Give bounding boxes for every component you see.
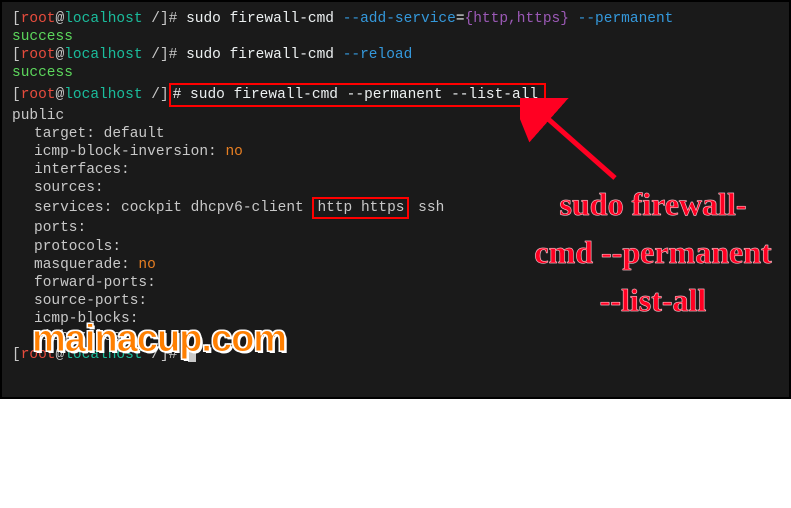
cmd1-perm: --permanent [569, 11, 673, 27]
output-sources: sources: [12, 179, 779, 197]
output-icmpblocks: icmp-blocks: [12, 310, 779, 328]
prompt-host: localhost [64, 87, 142, 103]
prompt-close: ] [160, 87, 169, 103]
cmd2-reload: --reload [343, 47, 413, 63]
prompt-path: / [143, 47, 160, 63]
command-line-3: [root@localhost /]# sudo firewall-cmd --… [12, 83, 779, 107]
output-services: services: cockpit dhcpv6-client http htt… [12, 197, 779, 219]
output-icmp-value: no [225, 144, 242, 160]
prompt-host: localhost [64, 47, 142, 63]
prompt-suffix: ]# [160, 47, 186, 63]
prompt-bracket-open: [ [12, 87, 21, 103]
cmd1-sudo: sudo [186, 11, 230, 27]
command-line-prompt[interactable]: [root@localhost /]# [12, 346, 779, 364]
terminal-window: [root@localhost /]# sudo firewall-cmd --… [0, 0, 791, 399]
prompt-user: root [21, 87, 56, 103]
highlighted-services-box: http https [312, 197, 409, 219]
output-public: public [12, 107, 779, 125]
prompt-suffix: ]# [160, 11, 186, 27]
cmd1-fw: firewall-cmd [230, 11, 343, 27]
output-fwdports: forward-ports: [12, 274, 779, 292]
prompt-at: @ [56, 347, 65, 363]
prompt-bracket-open: [ [12, 11, 21, 27]
prompt-path: / [143, 347, 160, 363]
prompt-at: @ [56, 87, 65, 103]
output-ports: ports: [12, 219, 779, 237]
command-line-2: [root@localhost /]# sudo firewall-cmd --… [12, 46, 779, 64]
output-protocols: protocols: [12, 238, 779, 256]
prompt-bracket-open: [ [12, 47, 21, 63]
prompt-path: / [143, 87, 160, 103]
output-masquerade: masquerade: no [12, 256, 779, 274]
cmd1-eq: = [456, 11, 465, 27]
output-target: target: default [12, 125, 779, 143]
prompt-user: root [21, 11, 56, 27]
highlighted-command-box: # sudo firewall-cmd --permanent --list-a… [169, 83, 546, 107]
prompt-user: root [21, 347, 56, 363]
cursor-block [188, 346, 196, 362]
bottom-white-area [0, 399, 791, 508]
cmd1-add: --add-service [343, 11, 456, 27]
prompt-path: / [143, 11, 160, 27]
prompt-host: localhost [64, 11, 142, 27]
output-success-1: success [12, 28, 779, 46]
output-srcports: source-ports: [12, 292, 779, 310]
cmd2-sudo: sudo [186, 47, 230, 63]
output-success-2: success [12, 64, 779, 82]
prompt-at: @ [56, 47, 65, 63]
command-line-1: [root@localhost /]# sudo firewall-cmd --… [12, 10, 779, 28]
cmd2-fw: firewall-cmd [230, 47, 343, 63]
output-icmp-label: icmp-block-inversion: [34, 144, 225, 160]
prompt-host: localhost [64, 347, 142, 363]
prompt-at: @ [56, 11, 65, 27]
output-icmp-inv: icmp-block-inversion: no [12, 143, 779, 161]
output-richrules: rich rules: [12, 328, 779, 346]
prompt-bracket-open: [ [12, 347, 21, 363]
prompt-suffix: ]# [160, 347, 186, 363]
prompt-user: root [21, 47, 56, 63]
output-interfaces: interfaces: [12, 161, 779, 179]
output-masq-value: no [138, 257, 155, 273]
output-services-post: ssh [409, 200, 444, 216]
cmd1-val: {http,https} [465, 11, 569, 27]
output-masq-label: masquerade: [34, 257, 138, 273]
output-services-pre: services: cockpit dhcpv6-client [34, 200, 312, 216]
